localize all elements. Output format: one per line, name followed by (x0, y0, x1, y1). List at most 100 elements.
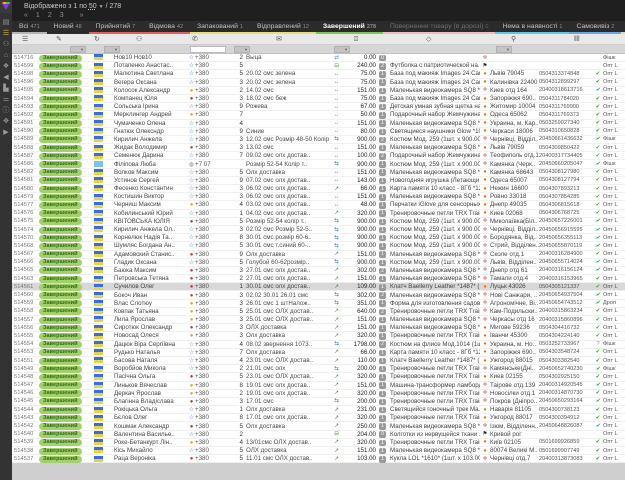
order-row[interactable]: 514595 Завершений Колосок Александр ●+38… (12, 87, 625, 95)
megaphone-icon[interactable]: ◀ (0, 72, 12, 83)
location-column-icon[interactable]: ⚲ (511, 34, 516, 45)
phone-filter-input[interactable] (190, 46, 226, 53)
phone-cell[interactable]: ☆+380 (188, 152, 232, 159)
column-filter-dropdown[interactable]: ▼ (334, 46, 350, 53)
status-cell[interactable]: Завершений (39, 266, 94, 274)
status-cell[interactable]: Завершений (39, 86, 94, 94)
tracking-number[interactable]: 20450661436632 (539, 136, 593, 142)
phone-cell[interactable]: ●+380 (188, 111, 232, 118)
tab-Сервіси[interactable]: Сервіси0 (621, 21, 625, 34)
phone-cell[interactable]: ●+380 (188, 308, 232, 315)
order-row[interactable]: 514563 Завершений Петровська Тетяна ●+38… (12, 275, 625, 283)
tracking-number[interactable]: 20400317734405 (539, 153, 593, 159)
status-cell[interactable]: Завершений (39, 455, 94, 463)
status-cell[interactable]: Завершений (39, 119, 94, 127)
tab-Відправлений[interactable]: Відправлений12 (250, 21, 316, 34)
phone-cell[interactable]: ☆+380 (188, 447, 232, 454)
column-filter-dropdown[interactable]: ▼ (70, 46, 86, 53)
order-row[interactable]: 514548 Завершений Пасічна Ольга ●+380 5 … (12, 373, 625, 381)
tracking-number[interactable]: 20400314870730 (539, 390, 593, 396)
status-cell[interactable]: Завершений (39, 389, 94, 397)
status-cell[interactable]: Завершений (39, 152, 94, 160)
bank-icon[interactable]: ⌂ (0, 50, 12, 61)
tracking-number[interactable]: 20450655870119 (539, 243, 593, 249)
status-cell[interactable]: Завершений (39, 316, 94, 324)
phone-cell[interactable]: ●+380 (188, 201, 232, 208)
phone-cell[interactable]: ●+380 (188, 382, 232, 389)
tracking-number[interactable]: 0504310650828 (539, 128, 593, 134)
phone-cell[interactable]: ●+380 (188, 300, 232, 307)
status-cell[interactable]: Завершений (39, 209, 94, 217)
tracking-number[interactable]: 0504311769900 (539, 104, 593, 110)
phone-cell[interactable]: ☆+380 (188, 414, 232, 421)
stats-icon[interactable]: ▙ (0, 83, 12, 94)
order-row[interactable]: 514538 Завершений Кісь Михайло ☆+380 5 О… (12, 447, 625, 455)
tracking-number[interactable]: 20450660205047 (539, 161, 593, 167)
info-icon[interactable]: ⓘ (0, 105, 12, 116)
phone-cell[interactable]: ●+380 (188, 144, 232, 151)
tab-Повернення товару (в дорозі)[interactable]: Повернення товару (в дорозі)0 (383, 21, 495, 34)
order-row[interactable]: 514556 Завершений Сиротюк Олександр ●+38… (12, 324, 625, 332)
phone-cell[interactable]: ☆+380 (188, 226, 232, 233)
tracking-number[interactable]: 20450655714024 (539, 259, 593, 265)
status-cell[interactable]: Завершений (39, 234, 94, 242)
tracking-number[interactable]: 0504308127794 (539, 177, 593, 183)
status-cell[interactable]: Завершений (39, 299, 94, 307)
status-cell[interactable]: Завершений (39, 365, 94, 373)
users-icon[interactable]: ⚇ (0, 39, 12, 50)
status-cell[interactable]: Завершений (39, 193, 94, 201)
app-logo[interactable] (0, 0, 12, 13)
order-row[interactable]: 514540 Завершений Валентина Василье.. ☆+… (12, 431, 625, 439)
phone-cell[interactable]: ☆+380 (188, 341, 232, 348)
tracking-number[interactable]: 0504306815618 (539, 202, 593, 208)
page-size-dropdown[interactable]: 50 (89, 3, 97, 10)
phone-cell[interactable]: ●+380 (188, 373, 232, 380)
phone-cell[interactable]: ●+380 (188, 87, 232, 94)
tracking-number[interactable]: 0504300394912 (539, 415, 593, 421)
order-row[interactable]: 514570 Завершений Корнелюк Надія Та.. ☆+… (12, 234, 625, 242)
tracking-number[interactable]: 20450654743512 (539, 300, 593, 306)
tracking-number[interactable]: 0504300738123 (539, 407, 593, 413)
order-row[interactable]: 514542 Завершений Кошмак Александр ●+380… (12, 422, 625, 430)
phone-cell[interactable]: ☆+380 (188, 136, 232, 143)
order-row[interactable]: 514593 Завершений Сольська Ірина ☆+380 9… (12, 103, 625, 111)
order-row[interactable]: 514543 Завершений Бєлов Олег ☆+380 8 17.… (12, 414, 625, 422)
order-row[interactable]: 514598 Завершений Малютина Светлана ☆+38… (12, 70, 625, 78)
order-row[interactable]: 514568 Завершений Шумляс Богдана Ан.. ☆+… (12, 242, 625, 250)
status-cell[interactable]: Завершений (39, 62, 94, 70)
status-cell[interactable]: Завершений (39, 307, 94, 315)
barcode-column-icon[interactable]: ‖‖ (574, 34, 580, 45)
order-row[interactable]: 514590 Завершений Гнатюк Олексндр ☆+380 … (12, 128, 625, 136)
order-row[interactable]: 514539 Завершений Роке-Бетанкурт Лін.. ●… (12, 439, 625, 447)
phone-cell[interactable]: ●+380 (188, 267, 232, 274)
id-card-icon[interactable]: ▤ (0, 17, 12, 28)
order-row[interactable]: 514547 Завершений Линьков Вячеслав ●+380… (12, 382, 625, 390)
phone-cell[interactable]: ●+380 (188, 455, 232, 462)
status-cell[interactable]: Завершений (39, 275, 94, 283)
tracking-number[interactable]: 0504309850422 (539, 145, 593, 151)
tracking-number[interactable]: 0503259027340 (539, 120, 593, 126)
status-cell[interactable]: Завершений (39, 422, 94, 430)
status-cell[interactable]: Завершений (39, 201, 94, 209)
status-cell[interactable]: Завершений (39, 291, 94, 299)
phone-cell[interactable]: ●+380 (188, 398, 232, 405)
order-row[interactable]: 514587 Завершений Семенюк Дарина ☆+380 7… (12, 152, 625, 160)
phone-cell[interactable]: ●+380 (188, 275, 232, 282)
tracking-number[interactable]: 0501699907749 (539, 448, 593, 454)
tracking-number[interactable]: 0504303548724 (539, 349, 593, 355)
phone-cell[interactable]: ☆+380 (188, 431, 232, 438)
order-row[interactable]: 514560 Завершений Бокоч Иван ●+380 3 02.… (12, 291, 625, 299)
order-row[interactable]: 514581 Завершений Устинов Сергей ☆+380 9… (12, 177, 625, 185)
order-row[interactable]: 514557 Завершений Лила Ярослав ●+380 3 2… (12, 316, 625, 324)
settings-sliders-icon[interactable]: ⚌ (0, 94, 12, 105)
status-cell[interactable]: Завершений (39, 127, 94, 135)
status-cell[interactable]: Завершений (39, 95, 94, 103)
tracking-number[interactable]: 20400315860896 (539, 317, 593, 323)
order-row[interactable]: 514546 Завершений Деркач Ярослав ●+380 2… (12, 390, 625, 398)
tab-Новий[interactable]: Новий48 (47, 21, 89, 34)
order-row[interactable]: 514561 Завершений Сучилов Олег ●+380 1 3… (12, 283, 625, 291)
tracking-number[interactable]: 20400318613716 (539, 87, 593, 93)
order-row[interactable]: 514559 Завершений Влас Слотюу ●+380 3 26… (12, 300, 625, 308)
tab-Прийнятий[interactable]: Прийнятий7 (89, 21, 142, 34)
tracking-number[interactable]: 0501699926859 (539, 439, 593, 445)
